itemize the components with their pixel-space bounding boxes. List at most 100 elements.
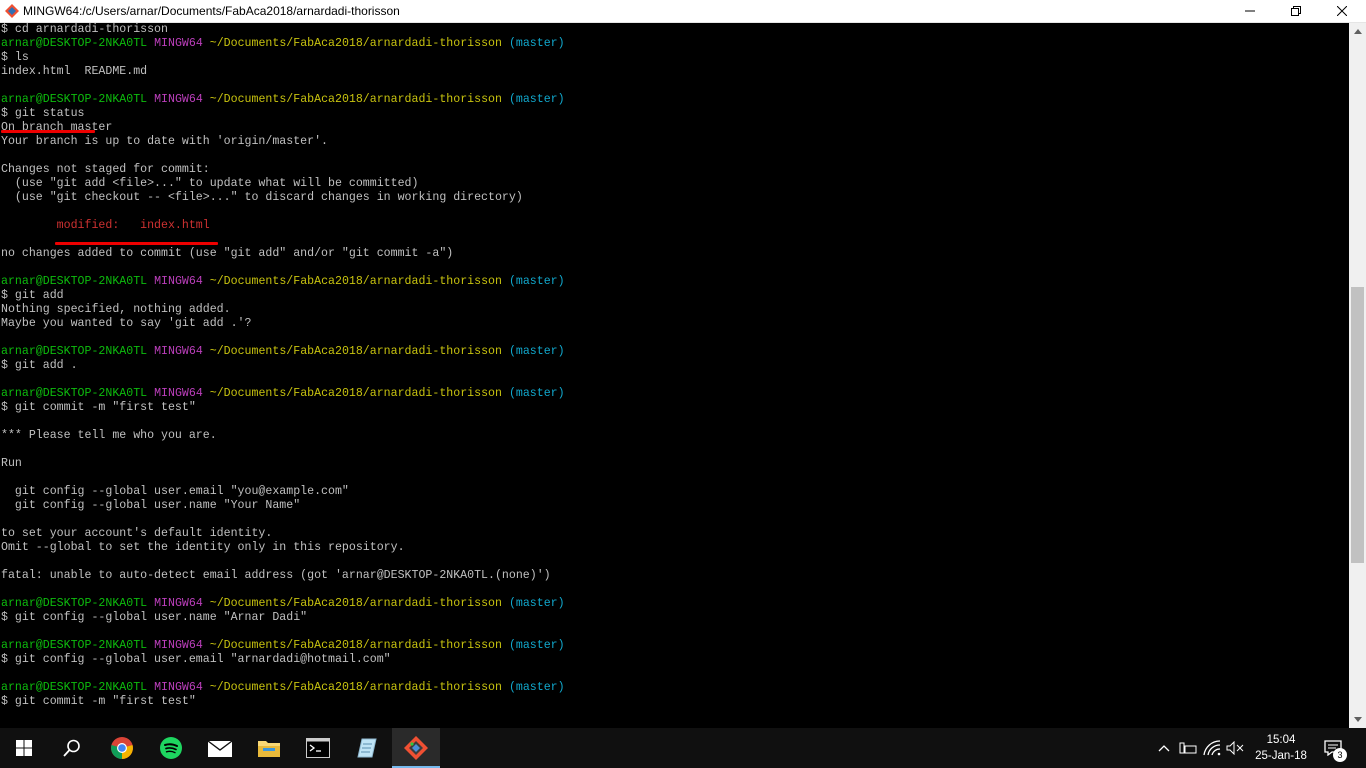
modified-index-underline <box>55 242 218 245</box>
prompt-shell: MINGW64 <box>154 681 203 694</box>
file-explorer-icon <box>258 741 280 757</box>
output-line: git config --global user.email "you@exam… <box>1 485 349 498</box>
prompt-user: arnar@DESKTOP-2NKA0TL <box>1 275 148 288</box>
command-line: $ ls <box>1 51 29 64</box>
prompt-shell: MINGW64 <box>154 275 203 288</box>
tray-network[interactable] <box>1178 738 1198 758</box>
prompt-branch: (master) <box>508 681 565 694</box>
command-line: $ git commit -m "first test" <box>1 401 196 414</box>
output-line: to set your account's default identity. <box>1 527 273 540</box>
volume-muted-icon <box>1226 741 1244 755</box>
prompt-branch: (master) <box>508 37 565 50</box>
prompt-user: arnar@DESKTOP-2NKA0TL <box>1 387 148 400</box>
prompt-line: arnar@DESKTOP-2NKA0TL MINGW64 ~/Document… <box>1 387 565 401</box>
taskbar-notepad[interactable] <box>343 728 391 768</box>
prompt-user: arnar@DESKTOP-2NKA0TL <box>1 93 148 106</box>
prompt-line: arnar@DESKTOP-2NKA0TL MINGW64 ~/Document… <box>1 345 565 359</box>
minimize-icon <box>1245 10 1255 12</box>
command-line: $ git config --global user.name "Arnar D… <box>1 611 308 624</box>
output-line: Your branch is up to date with 'origin/m… <box>1 135 328 148</box>
prompt-path: ~/Documents/FabAca2018/arnardadi-thoriss… <box>209 681 502 694</box>
prompt-path: ~/Documents/FabAca2018/arnardadi-thoriss… <box>209 275 502 288</box>
minimize-button[interactable] <box>1227 0 1273 22</box>
prompt-line: arnar@DESKTOP-2NKA0TL MINGW64 ~/Document… <box>1 597 565 611</box>
search-button[interactable] <box>48 728 96 768</box>
prompt-user: arnar@DESKTOP-2NKA0TL <box>1 345 148 358</box>
prompt-shell: MINGW64 <box>154 597 203 610</box>
output-line: git config --global user.name "Your Name… <box>1 499 301 512</box>
taskbar-mail[interactable] <box>196 728 244 768</box>
command-line: $ git commit -m "first test" <box>1 695 196 708</box>
notification-count-badge: 3 <box>1333 748 1347 762</box>
start-button[interactable] <box>0 728 48 768</box>
command-line: $ git status <box>1 107 85 120</box>
close-icon <box>1337 6 1347 16</box>
close-button[interactable] <box>1319 0 1365 22</box>
output-line: Omit --global to set the identity only i… <box>1 541 405 554</box>
clock-date: 25-Jan-18 <box>1255 750 1307 762</box>
taskbar-git-bash[interactable] <box>392 728 440 768</box>
taskbar-clock[interactable]: 15:04 25-Jan-18 <box>1244 732 1318 764</box>
output-line: (use "git checkout -- <file>..." to disc… <box>1 191 523 204</box>
clock-time: 15:04 <box>1266 734 1296 746</box>
scroll-up-button[interactable] <box>1349 23 1366 40</box>
output-line: Changes not staged for commit: <box>1 163 210 176</box>
taskbar-command-prompt[interactable] <box>294 728 342 768</box>
terminal-scrollbar[interactable] <box>1349 23 1366 728</box>
prompt-branch: (master) <box>508 597 565 610</box>
prompt-line: arnar@DESKTOP-2NKA0TL MINGW64 ~/Document… <box>1 275 565 289</box>
prompt-user: arnar@DESKTOP-2NKA0TL <box>1 639 148 652</box>
prompt-path: ~/Documents/FabAca2018/arnardadi-thoriss… <box>209 387 502 400</box>
window-title: MINGW64:/c/Users/arnar/Documents/FabAca2… <box>23 4 400 18</box>
wifi-icon <box>1203 740 1221 756</box>
arrow-down-icon <box>1353 717 1362 722</box>
prompt-path: ~/Documents/FabAca2018/arnardadi-thoriss… <box>209 597 502 610</box>
tray-volume[interactable] <box>1225 738 1245 758</box>
prompt-line: arnar@DESKTOP-2NKA0TL MINGW64 ~/Document… <box>1 37 565 51</box>
prompt-shell: MINGW64 <box>154 345 203 358</box>
output-line: Maybe you wanted to say 'git add .'? <box>1 317 252 330</box>
prompt-shell: MINGW64 <box>154 639 203 652</box>
prompt-path: ~/Documents/FabAca2018/arnardadi-thoriss… <box>209 345 502 358</box>
output-line: *** Please tell me who you are. <box>1 429 217 442</box>
windows-start-icon <box>16 740 32 756</box>
output-line: fatal: unable to auto-detect email addre… <box>1 569 551 582</box>
output-line: modified: index.html <box>1 219 210 232</box>
output-line: index.html README.md <box>1 65 148 78</box>
output-line: Run <box>1 457 22 470</box>
prompt-branch: (master) <box>508 93 565 106</box>
scroll-thumb[interactable] <box>1351 287 1364 563</box>
prompt-path: ~/Documents/FabAca2018/arnardadi-thoriss… <box>209 93 502 106</box>
command-prompt-icon <box>306 738 330 758</box>
output-line: (use "git add <file>..." to update what … <box>1 177 419 190</box>
search-icon <box>63 739 80 757</box>
prompt-shell: MINGW64 <box>154 387 203 400</box>
spotify-icon <box>160 737 182 759</box>
prompt-path: ~/Documents/FabAca2018/arnardadi-thoriss… <box>209 37 502 50</box>
taskbar-spotify[interactable] <box>147 728 195 768</box>
taskbar-chrome[interactable] <box>98 728 146 768</box>
taskbar-file-explorer[interactable] <box>245 728 293 768</box>
taskbar: 15:04 25-Jan-18 3 <box>0 728 1366 768</box>
prompt-line: arnar@DESKTOP-2NKA0TL MINGW64 ~/Document… <box>1 93 565 107</box>
terminal-output[interactable]: $ cd arnardadi-thorisson arnar@DESKTOP-2N… <box>0 23 1349 728</box>
restore-icon <box>1291 6 1301 16</box>
window-titlebar[interactable]: MINGW64:/c/Users/arnar/Documents/FabAca2… <box>0 0 1366 23</box>
command-line: $ git config --global user.email "arnard… <box>1 653 391 666</box>
prompt-branch: (master) <box>508 639 565 652</box>
prompt-branch: (master) <box>508 387 565 400</box>
prompt-line: arnar@DESKTOP-2NKA0TL MINGW64 ~/Document… <box>1 639 565 653</box>
output-line: no changes added to commit (use "git add… <box>1 247 454 260</box>
prompt-branch: (master) <box>508 345 565 358</box>
prompt-line: arnar@DESKTOP-2NKA0TL MINGW64 ~/Document… <box>1 681 565 695</box>
scroll-down-button[interactable] <box>1349 711 1366 728</box>
network-icon <box>1179 742 1197 754</box>
arrow-up-icon <box>1353 29 1362 34</box>
notepad-icon <box>357 738 377 758</box>
tray-overflow-button[interactable] <box>1154 738 1174 758</box>
prompt-shell: MINGW64 <box>154 93 203 106</box>
git-bash-icon <box>5 4 19 18</box>
restore-button[interactable] <box>1273 0 1319 22</box>
command-line: $ git add <box>1 289 64 302</box>
tray-wifi[interactable] <box>1202 738 1222 758</box>
